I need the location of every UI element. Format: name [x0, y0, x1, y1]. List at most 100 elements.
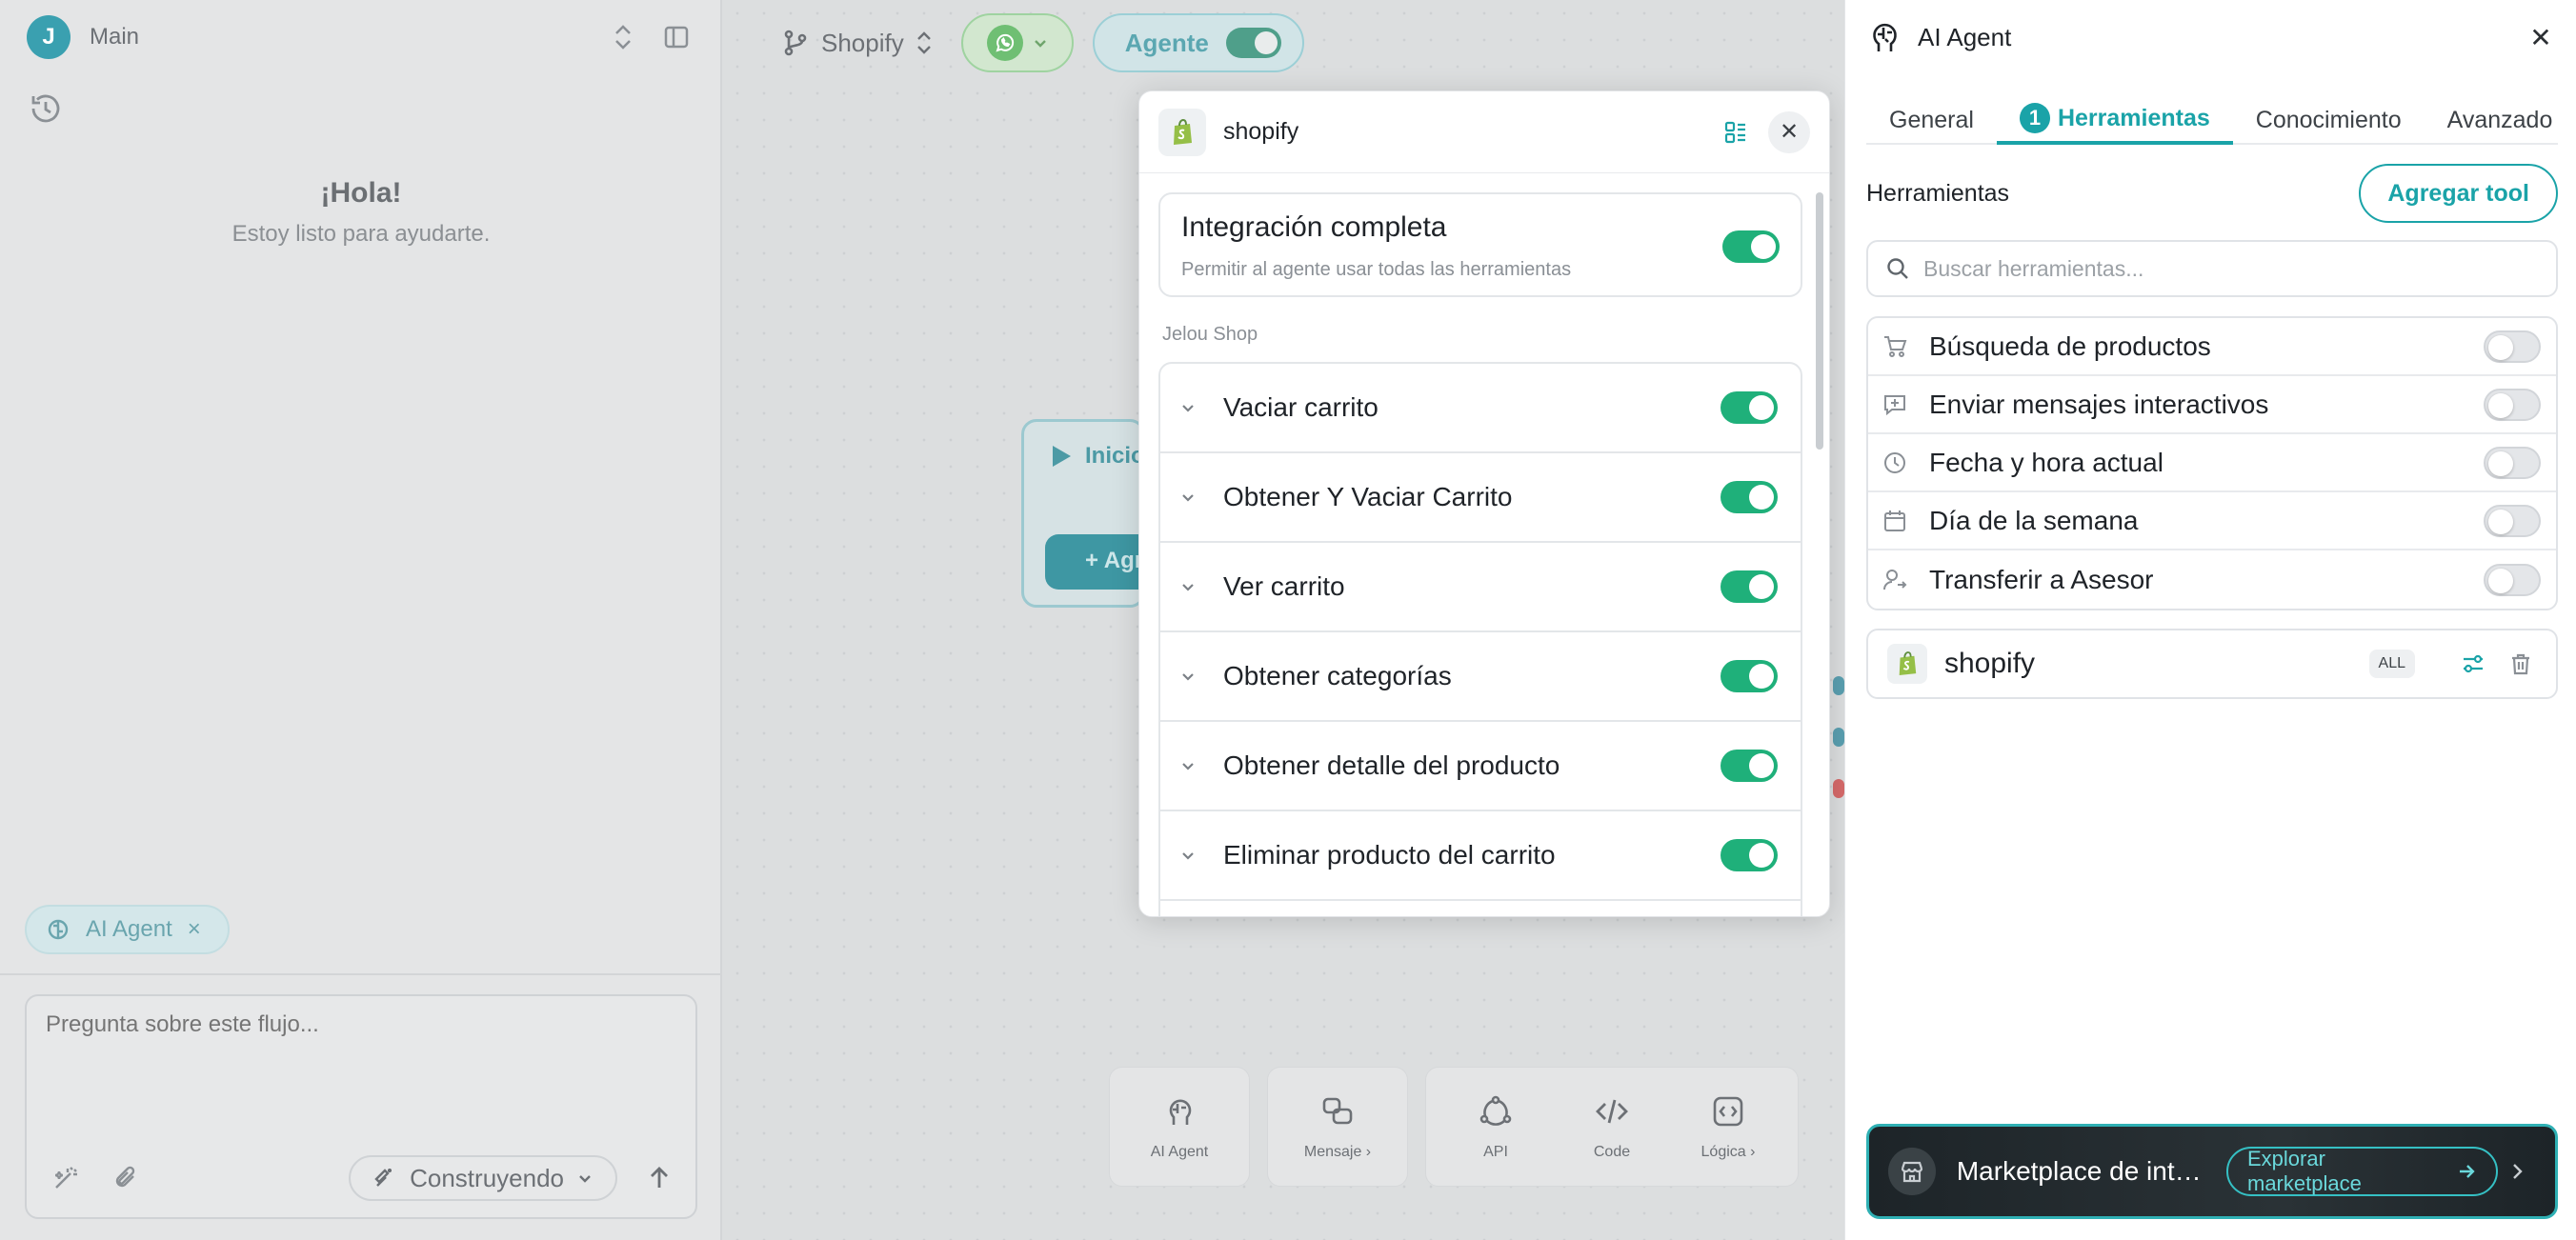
explore-marketplace-button[interactable]: Explorar marketplace — [2226, 1147, 2499, 1196]
standard-tool-row[interactable]: Transferir a Asesor — [1868, 550, 2556, 609]
attach-icon[interactable] — [107, 1158, 147, 1198]
api-icon — [1479, 1095, 1512, 1126]
send-icon[interactable] — [638, 1157, 680, 1199]
agent-toggle[interactable] — [1225, 28, 1281, 58]
integration-card-shopify[interactable]: shopify ALL — [1866, 629, 2558, 699]
tool-row[interactable]: Eliminar producto del carrito — [1160, 811, 1801, 901]
chevron-down-icon[interactable] — [1176, 574, 1200, 599]
tool-search — [1866, 240, 2558, 297]
tool-toggle[interactable] — [1721, 839, 1778, 871]
standard-tool-row[interactable]: Enviar mensajes interactivos — [1868, 376, 2556, 434]
standard-tool-toggle[interactable] — [2484, 446, 2541, 479]
workspace-name[interactable]: Main — [90, 24, 139, 50]
greeting-subtitle: Estoy listo para ayudarte. — [231, 221, 491, 247]
marketplace-banner[interactable]: Marketplace de integraciones Explorar ma… — [1866, 1124, 2558, 1219]
modal-header: shopify ✕ — [1139, 91, 1829, 173]
integration-name: shopify — [1944, 648, 2036, 679]
standard-tool-toggle[interactable] — [2484, 563, 2541, 596]
tool-toggle[interactable] — [1721, 570, 1778, 603]
palette-message[interactable]: Mensaje › — [1279, 1067, 1396, 1187]
palette-logic[interactable]: Lógica › — [1670, 1067, 1786, 1187]
tool-toggle[interactable] — [1721, 750, 1778, 782]
full-integration-subtitle: Permitir al agente usar todas las herram… — [1181, 259, 1572, 280]
workspace-logo[interactable]: J — [27, 15, 70, 59]
standard-tool-toggle[interactable] — [2484, 388, 2541, 421]
shopify-tools-modal: shopify ✕ Integración completa Permitir … — [1138, 90, 1830, 917]
sidebar-toggle-icon[interactable] — [657, 18, 695, 56]
modal-close-button[interactable]: ✕ — [1768, 110, 1810, 153]
tool-row[interactable] — [1160, 901, 1801, 916]
close-icon[interactable]: ✕ — [2524, 20, 2558, 54]
history-icon[interactable] — [29, 91, 70, 133]
palette-code[interactable]: Code — [1554, 1067, 1670, 1187]
full-integration-card: Integración completa Permitir al agente … — [1158, 192, 1802, 297]
chevron-down-icon[interactable] — [1176, 664, 1200, 689]
brain-icon — [48, 919, 69, 940]
tool-toggle[interactable] — [1721, 660, 1778, 692]
shopify-logo-icon — [1158, 108, 1206, 156]
chat-toolbar: Construyendo — [46, 1154, 680, 1202]
cart-icon — [1882, 333, 1908, 360]
user-transfer-icon — [1882, 567, 1908, 593]
tool-row[interactable]: Obtener detalle del producto — [1160, 722, 1801, 811]
standard-tool-row[interactable]: Fecha y hora actual — [1868, 434, 2556, 492]
tool-toggle[interactable] — [1721, 481, 1778, 513]
magic-icon[interactable] — [46, 1158, 86, 1198]
context-chip-label: AI Agent — [86, 916, 172, 942]
tab-general[interactable]: General — [1866, 95, 1997, 145]
marketplace-title: Marketplace de integraciones — [1956, 1156, 2213, 1186]
ai-agent-panel: AI Agent ✕ General 1 Herramientas Conoci… — [1844, 0, 2576, 1240]
tool-row[interactable]: Vaciar carrito — [1160, 364, 1801, 453]
context-chip-close-icon[interactable]: × — [188, 916, 201, 943]
modal-scrollbar[interactable] — [1816, 192, 1823, 450]
mode-label: Construyendo — [410, 1163, 564, 1192]
tool-label: Ver carrito — [1223, 571, 1345, 601]
chevron-down-icon[interactable] — [1176, 395, 1200, 420]
whatsapp-icon — [986, 25, 1023, 61]
tool-row[interactable]: Obtener Y Vaciar Carrito — [1160, 453, 1801, 543]
tool-label: Eliminar producto del carrito — [1223, 840, 1556, 870]
clock-icon — [1882, 450, 1908, 476]
agent-toggle-pill[interactable]: Agente — [1092, 13, 1304, 72]
full-integration-toggle[interactable] — [1722, 230, 1780, 263]
tool-label: Vaciar carrito — [1223, 392, 1379, 422]
chevron-down-icon — [1034, 40, 1046, 48]
view-grid-icon[interactable] — [1717, 113, 1755, 151]
tool-toggle[interactable] — [1721, 391, 1778, 424]
palette-group-ai: AI Agent — [1109, 1067, 1250, 1187]
standard-tool-row[interactable]: Búsqueda de productos — [1868, 318, 2556, 376]
start-node[interactable]: Inicio + Agregar — [1021, 419, 1145, 608]
ai-agent-tabs: General 1 Herramientas Conocimiento Avan… — [1866, 95, 2558, 145]
add-step-button[interactable]: + Agregar — [1045, 534, 1142, 590]
standard-tool-label: Enviar mensajes interactivos — [1929, 389, 2269, 419]
tool-row[interactable]: Ver carrito — [1160, 543, 1801, 632]
tab-avanzado[interactable]: Avanzado — [2425, 95, 2576, 145]
standard-tool-toggle[interactable] — [2484, 504, 2541, 537]
standard-tool-row[interactable]: Día de la semana — [1868, 492, 2556, 550]
tool-label: Obtener categorías — [1223, 661, 1452, 690]
trash-icon[interactable] — [2505, 648, 2537, 680]
chevron-down-icon[interactable] — [1176, 485, 1200, 510]
tab-conocimiento[interactable]: Conocimiento — [2233, 95, 2425, 145]
mode-select[interactable]: Construyendo — [349, 1155, 617, 1201]
context-chip-ai-agent[interactable]: AI Agent × — [25, 905, 230, 954]
ai-agent-header: AI Agent ✕ — [1866, 17, 2558, 57]
workspace-switch-icon[interactable] — [604, 18, 642, 56]
settings-sliders-icon[interactable] — [2457, 648, 2489, 680]
chat-input[interactable] — [46, 1011, 674, 1126]
palette-ai-agent[interactable]: AI Agent — [1121, 1067, 1238, 1187]
assistant-panel: J Main ¡Hola! Estoy listo para ayudarte.… — [0, 0, 722, 1240]
tool-row[interactable]: Obtener categorías — [1160, 632, 1801, 722]
palette-api[interactable]: API — [1438, 1067, 1554, 1187]
add-tool-button[interactable]: Agregar tool — [2359, 164, 2558, 223]
chevron-down-icon[interactable] — [1176, 843, 1200, 868]
tool-search-input[interactable] — [1923, 255, 2514, 282]
flow-selector[interactable]: Shopify — [772, 13, 942, 72]
chevron-right-icon[interactable] — [2498, 1152, 2536, 1190]
channel-selector[interactable] — [960, 13, 1074, 72]
branch-icon — [784, 30, 807, 56]
tab-herramientas[interactable]: 1 Herramientas — [1996, 95, 2233, 145]
section-label: Jelou Shop — [1162, 324, 1258, 345]
standard-tool-toggle[interactable] — [2484, 330, 2541, 363]
chevron-down-icon[interactable] — [1176, 753, 1200, 778]
